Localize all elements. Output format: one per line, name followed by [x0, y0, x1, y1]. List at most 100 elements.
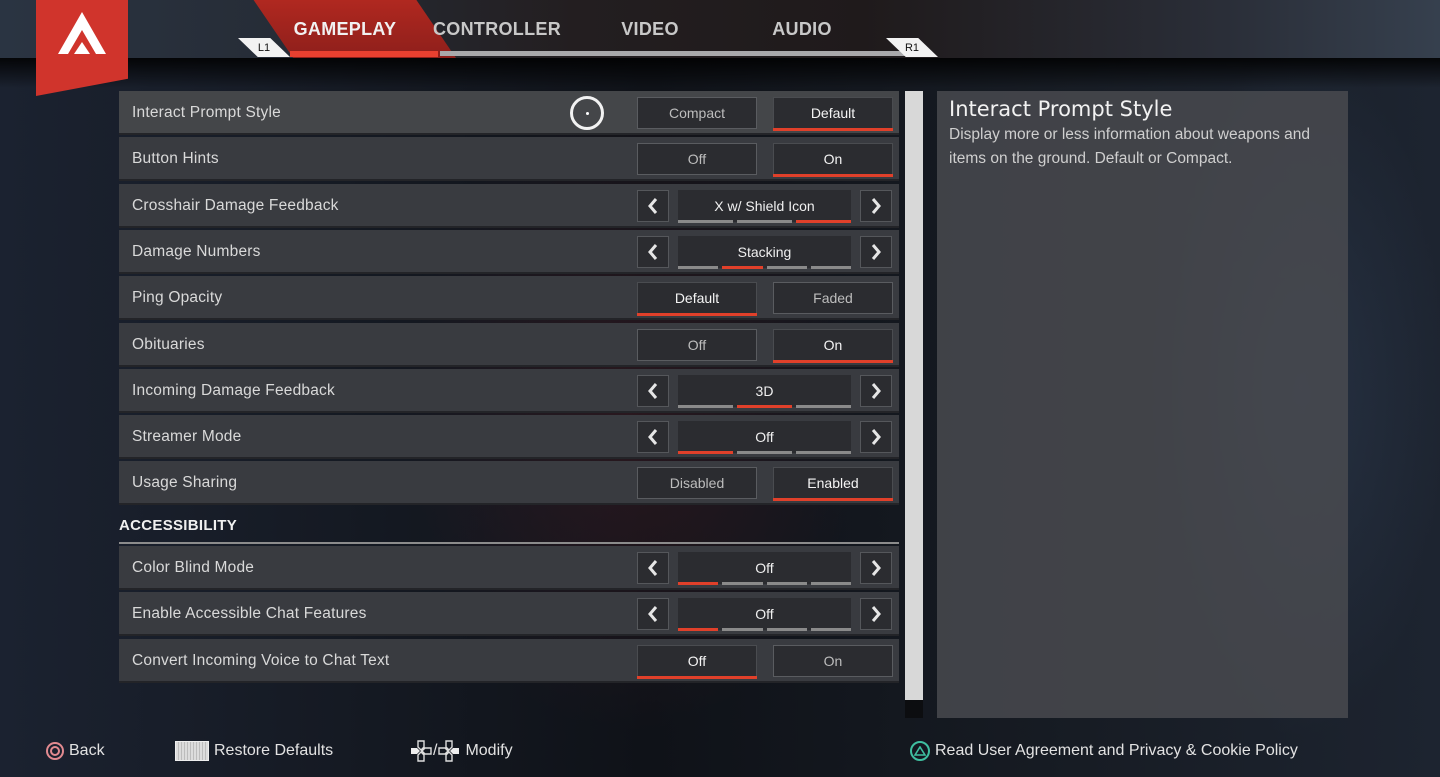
setting-row-ping-opacity[interactable]: Ping Opacity Default Faded: [119, 276, 899, 321]
carousel-indicator: [678, 265, 851, 269]
option-off-button[interactable]: Off: [637, 143, 757, 176]
carousel-pip: [766, 265, 807, 269]
setting-label: Damage Numbers: [132, 242, 261, 260]
carousel-indicator: [678, 582, 851, 585]
setting-row-crosshair-damage-feedback[interactable]: Crosshair Damage Feedback X w/ Shield Ico…: [119, 183, 899, 228]
setting-row-usage-sharing[interactable]: Usage Sharing Disabled Enabled: [119, 461, 899, 506]
setting-row-convert-incoming-voice-to-chat-text[interactable]: Convert Incoming Voice to Chat Text Off On: [119, 638, 899, 683]
carousel-value[interactable]: Off: [678, 552, 851, 584]
dpad-left-icon: [411, 740, 432, 762]
triangle-button-icon: [910, 741, 930, 761]
option-compact-button[interactable]: Compact: [637, 97, 757, 129]
tab-video[interactable]: VIDEO: [600, 0, 700, 58]
carousel-pip: [678, 404, 733, 408]
carousel-pip: [678, 219, 733, 223]
option-default-button[interactable]: Default: [637, 282, 757, 317]
carousel-pip: [796, 404, 851, 408]
option-faded-button[interactable]: Faded: [773, 282, 893, 315]
carousel-pip: [737, 451, 792, 455]
back-label: Back: [69, 742, 105, 759]
touchpad-icon: [175, 741, 209, 761]
option-on-button[interactable]: On: [773, 644, 893, 677]
option-disabled-button[interactable]: Disabled: [637, 467, 757, 500]
user-agreement-link[interactable]: Read User Agreement and Privacy & Cookie…: [910, 738, 1298, 764]
setting-label: Interact Prompt Style: [132, 104, 281, 121]
setting-label: Usage Sharing: [132, 474, 238, 492]
chevron-left-icon[interactable]: [637, 235, 669, 268]
setting-label: Crosshair Damage Feedback: [132, 196, 339, 214]
carousel-indicator: [678, 451, 851, 455]
cursor-icon: [570, 96, 604, 130]
chevron-left-icon[interactable]: [637, 598, 669, 631]
option-on-button[interactable]: On: [773, 328, 893, 363]
section-header-accessibility: ACCESSIBILITY: [119, 508, 899, 544]
setting-label: Enable Accessible Chat Features: [132, 605, 367, 623]
setting-row-damage-numbers[interactable]: Damage Numbers Stacking: [119, 229, 899, 274]
section-title: ACCESSIBILITY: [119, 517, 238, 534]
option-off-button[interactable]: Off: [637, 328, 757, 361]
description-title: Interact Prompt Style: [949, 97, 1173, 121]
setting-row-interact-prompt-style[interactable]: Interact Prompt Style Compact Default: [119, 91, 899, 135]
setting-row-button-hints[interactable]: Button Hints Off On: [119, 137, 899, 182]
description-body: Display more or less information about w…: [949, 126, 1310, 167]
tab-audio[interactable]: AUDIO: [752, 0, 852, 58]
carousel-pip: [678, 628, 719, 632]
carousel-indicator: [678, 628, 851, 632]
option-off-button[interactable]: Off: [637, 644, 757, 679]
setting-label: Obituaries: [132, 335, 205, 353]
top-nav-bar: [0, 0, 1440, 58]
setting-row-color-blind-mode[interactable]: Color Blind Mode Off: [119, 546, 899, 590]
carousel-pip: [766, 582, 807, 585]
carousel-pip: [722, 582, 763, 585]
carousel-pip: [678, 265, 719, 269]
top-nav-shadow: [0, 58, 1440, 88]
setting-row-incoming-damage-feedback[interactable]: Incoming Damage Feedback 3D: [119, 368, 899, 413]
chevron-right-icon[interactable]: [860, 235, 892, 268]
carousel-pip: [722, 265, 763, 269]
setting-label: Button Hints: [132, 150, 219, 168]
chevron-left-icon[interactable]: [637, 189, 669, 222]
carousel-value[interactable]: 3D: [678, 374, 851, 407]
carousel-value[interactable]: Off: [678, 598, 851, 631]
scrollbar-thumb[interactable]: [905, 91, 923, 700]
setting-label: Convert Incoming Voice to Chat Text: [132, 651, 390, 669]
back-button[interactable]: Back: [46, 738, 105, 764]
restore-defaults-label: Restore Defaults: [214, 742, 334, 759]
carousel-pip: [810, 582, 851, 585]
circle-button-icon: [46, 742, 64, 760]
chevron-right-icon[interactable]: [860, 552, 892, 584]
carousel-value[interactable]: X w/ Shield Icon: [678, 189, 851, 222]
carousel-value[interactable]: Off: [678, 421, 851, 454]
chevron-right-icon[interactable]: [860, 374, 892, 407]
carousel-pip: [796, 451, 851, 455]
chevron-right-icon[interactable]: [860, 598, 892, 631]
carousel-value[interactable]: Stacking: [678, 235, 851, 268]
restore-defaults-button[interactable]: Restore Defaults: [175, 738, 333, 764]
carousel-pip: [766, 628, 807, 632]
tab-gameplay[interactable]: GAMEPLAY: [290, 0, 400, 58]
chevron-right-icon[interactable]: [860, 421, 892, 454]
carousel-pip: [737, 404, 792, 408]
tab-controller[interactable]: CONTROLLER: [432, 0, 562, 58]
setting-label: Ping Opacity: [132, 289, 223, 307]
carousel-pip: [722, 628, 763, 632]
apex-logo-icon: [58, 12, 106, 54]
setting-label: Streamer Mode: [132, 428, 242, 446]
chevron-left-icon[interactable]: [637, 374, 669, 407]
setting-row-obituaries[interactable]: Obituaries Off On: [119, 322, 899, 367]
option-default-button[interactable]: Default: [773, 97, 893, 131]
setting-row-streamer-mode[interactable]: Streamer Mode Off: [119, 415, 899, 460]
carousel-pip: [678, 451, 733, 455]
chevron-left-icon[interactable]: [637, 421, 669, 454]
chevron-right-icon[interactable]: [860, 189, 892, 222]
modify-hint: / Modify: [410, 738, 513, 764]
option-enabled-button[interactable]: Enabled: [773, 467, 893, 502]
setting-label: Color Blind Mode: [132, 559, 255, 576]
dpad-right-icon: [438, 740, 460, 762]
carousel-pip: [678, 582, 719, 585]
setting-row-enable-accessible-chat-features[interactable]: Enable Accessible Chat Features Off: [119, 592, 899, 637]
modify-separator: /: [433, 742, 438, 759]
chevron-left-icon[interactable]: [637, 552, 669, 584]
option-on-button[interactable]: On: [773, 143, 893, 178]
carousel-pip: [810, 265, 851, 269]
